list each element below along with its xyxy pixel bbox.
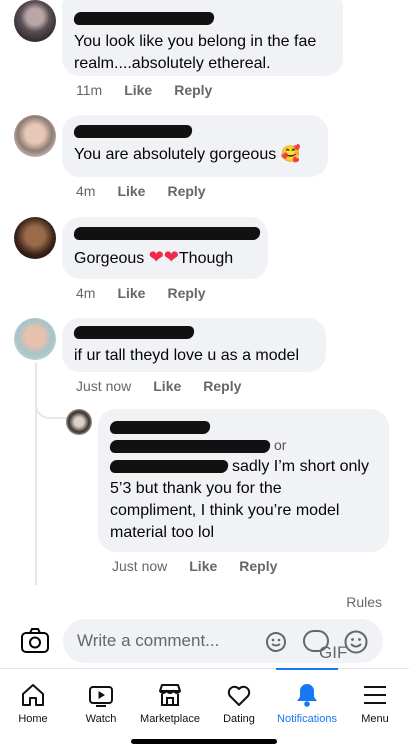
redacted-name <box>73 326 195 339</box>
comment-input-placeholder: Write a comment... <box>77 631 220 650</box>
tab-marketplace[interactable]: Marketplace <box>136 669 204 731</box>
comment-time: 4m <box>76 183 96 199</box>
comment-bubble: if ur tall theyd love u as a model <box>62 318 326 372</box>
tab-dating[interactable]: Dating <box>206 669 272 731</box>
tab-notifications[interactable]: Notifications <box>274 668 340 731</box>
comment-bubble: You look like you belong in the fae real… <box>62 0 343 76</box>
tab-label: Watch <box>85 713 117 725</box>
commenter-avatar[interactable] <box>14 0 56 42</box>
home-indicator[interactable] <box>131 739 277 744</box>
comment-text-end: Though <box>178 250 234 267</box>
reply-text: compliment, I think you’re model <box>110 502 340 519</box>
comment-bubble: Gorgeous ❤❤Though <box>62 217 268 279</box>
replier-avatar[interactable] <box>66 409 92 435</box>
like-button[interactable]: Like <box>153 378 181 394</box>
comment-composer: Write a comment... GIF <box>0 616 409 668</box>
redacted-name <box>109 421 211 434</box>
like-button[interactable]: Like <box>117 285 145 301</box>
emoji-icon[interactable] <box>343 629 369 655</box>
reply-text: 5’3 but thank you for the <box>110 480 282 497</box>
tab-menu[interactable]: Menu <box>342 669 408 731</box>
tab-home[interactable]: Home <box>0 669 66 731</box>
comment-bubble: You are absolutely gorgeous 🥰 <box>62 115 328 177</box>
commenter-avatar[interactable] <box>14 318 56 360</box>
rules-link[interactable]: Rules <box>346 594 382 610</box>
tab-label: Home <box>18 713 48 725</box>
reply-first-line: sadly I’m short only <box>109 456 377 478</box>
comment-meta: 11m Like Reply <box>76 82 212 98</box>
sticker-icon[interactable] <box>263 629 289 655</box>
camera-icon[interactable] <box>20 626 50 656</box>
menu-icon <box>364 686 386 704</box>
reply-button[interactable]: Reply <box>174 82 212 98</box>
commenter-avatar[interactable] <box>14 217 56 259</box>
redacted-name <box>73 12 215 25</box>
comment-meta: 4m Like Reply <box>76 183 206 199</box>
reply-button[interactable]: Reply <box>239 558 277 574</box>
tab-label: Menu <box>361 713 389 725</box>
tab-label: Dating <box>223 713 255 725</box>
comment-text: You are absolutely gorgeous 🥰 <box>74 146 301 163</box>
comment-text-start: Gorgeous <box>74 250 149 267</box>
marketplace-icon <box>159 684 181 706</box>
comment-text: You look like you belong in the fae <box>74 33 317 50</box>
reply-button[interactable]: Reply <box>203 378 241 394</box>
like-button[interactable]: Like <box>189 558 217 574</box>
reply-time: Just now <box>112 558 168 574</box>
watch-icon <box>89 686 113 707</box>
commenter-avatar[interactable] <box>14 115 56 157</box>
like-button[interactable]: Like <box>117 183 145 199</box>
redacted-name <box>73 125 193 138</box>
redacted-name <box>73 227 261 240</box>
bell-icon <box>297 684 317 707</box>
tab-watch[interactable]: Watch <box>68 669 134 731</box>
reply-tail-text: or <box>274 437 287 453</box>
comment-text: Gorgeous ❤❤Though <box>74 246 256 270</box>
bottom-tab-bar: Home Watch Marketplace Dating Notificati… <box>0 668 409 730</box>
reply-text: sadly I’m short only <box>232 458 369 475</box>
redacted-name <box>109 460 229 473</box>
dating-icon <box>227 685 251 706</box>
heart-emoji-icon: ❤❤ <box>148 247 179 267</box>
home-icon <box>22 684 44 706</box>
tab-label: Marketplace <box>140 713 200 725</box>
reply-text: material too lol <box>110 524 215 541</box>
tab-label: Notifications <box>277 713 337 725</box>
comment-time: Just now <box>76 378 132 394</box>
reply-bubble: or sadly I’m short only 5’3 but thank yo… <box>98 409 389 552</box>
comment-text: realm....absolutely ethereal. <box>74 55 271 72</box>
comment-meta: Just now Like Reply <box>76 378 241 394</box>
redacted-row: or <box>109 437 377 456</box>
redacted-name <box>109 440 271 453</box>
reply-button[interactable]: Reply <box>167 183 205 199</box>
comment-meta: 4m Like Reply <box>76 285 206 301</box>
comment-time: 4m <box>76 285 96 301</box>
gif-button[interactable]: GIF <box>303 630 347 662</box>
comment-text: if ur tall theyd love u as a model <box>74 347 300 364</box>
comment-input[interactable]: Write a comment... GIF <box>63 619 383 663</box>
comment-time: 11m <box>76 82 103 98</box>
reply-button[interactable]: Reply <box>167 285 205 301</box>
like-button[interactable]: Like <box>124 82 152 98</box>
reply-meta: Just now Like Reply <box>112 558 277 574</box>
thread-connector <box>35 395 69 419</box>
